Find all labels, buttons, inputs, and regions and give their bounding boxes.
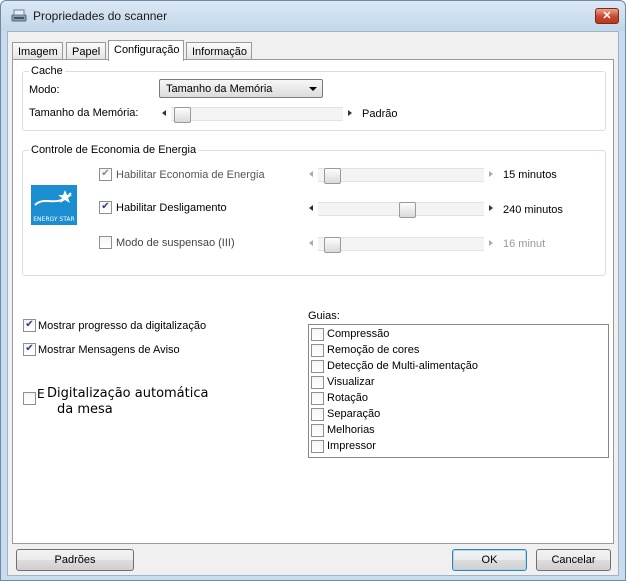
guias-list: Compressão Remoção de cores Detecção de … — [308, 324, 609, 458]
energy-group-label: Controle de Economia de Energia — [29, 144, 199, 156]
slider-track[interactable] — [318, 202, 484, 218]
show-progress-checkbox[interactable] — [23, 319, 36, 332]
show-progress-label: Mostrar progresso da digitalização — [38, 320, 207, 332]
enable-shutdown-label: Habilitar Desligamento — [116, 202, 227, 214]
slider-thumb[interactable] — [399, 202, 416, 218]
tab-papel[interactable]: Papel — [66, 42, 106, 60]
guia-label: Detecção de Multi-alimentação — [327, 360, 479, 372]
tab-configuracao[interactable]: Configuração — [108, 40, 184, 61]
guia-checkbox[interactable] — [311, 440, 324, 453]
cancel-button[interactable]: Cancelar — [536, 549, 611, 571]
tab-informacao[interactable]: Informação — [186, 42, 252, 60]
guia-checkbox[interactable] — [311, 392, 324, 405]
close-icon: ✕ — [602, 10, 612, 22]
memory-size-slider[interactable] — [159, 107, 355, 123]
guia-checkbox[interactable] — [311, 344, 324, 357]
tab-imagem[interactable]: Imagem — [12, 42, 63, 60]
slider-track[interactable] — [318, 168, 484, 184]
sleep-mode-value: 16 minut — [503, 238, 546, 250]
arrow-left-icon[interactable] — [309, 205, 313, 211]
slider-track[interactable] — [171, 107, 343, 123]
tab-panel-configuracao: Cache Modo: Tamanho da Memória Tamanho d… — [12, 59, 614, 544]
guia-label: Rotação — [327, 392, 368, 404]
guia-checkbox[interactable] — [311, 376, 324, 389]
guia-label: Separação — [327, 408, 381, 420]
show-warnings-checkbox[interactable] — [23, 343, 36, 356]
energy-saving-group: Controle de Economia de Energia ENERGY S… — [22, 144, 606, 276]
slider-thumb[interactable] — [324, 237, 341, 253]
memory-size-value: Padrão — [362, 108, 398, 120]
shutdown-value: 240 minutos — [503, 204, 563, 216]
energy-star-logo-text: ENERGY STAR — [33, 216, 75, 223]
close-button[interactable]: ✕ — [595, 8, 619, 24]
enable-shutdown-checkbox[interactable] — [99, 201, 112, 214]
cache-group-label: Cache — [29, 65, 65, 77]
scanner-properties-window: Propriedades do scanner ✕ Imagem Papel C… — [0, 0, 626, 581]
arrow-left-icon[interactable] — [309, 240, 313, 246]
guia-label: Impressor — [327, 440, 376, 452]
arrow-right-icon[interactable] — [489, 240, 493, 246]
energy-star-logo: ENERGY STAR — [31, 185, 77, 225]
slider-track[interactable] — [318, 237, 484, 253]
guia-checkbox[interactable] — [311, 408, 324, 421]
arrow-right-icon[interactable] — [348, 110, 352, 116]
auto-flatbed-scan-label-line2: da mesa — [57, 402, 113, 417]
mode-label: Modo: — [29, 84, 60, 96]
auto-flatbed-scan-label-clipped: E — [37, 387, 45, 401]
energy-saving-value: 15 minutos — [503, 169, 557, 181]
chevron-down-icon — [309, 87, 317, 91]
shutdown-slider[interactable] — [306, 202, 496, 218]
sleep-mode-checkbox[interactable] — [99, 236, 112, 249]
guia-checkbox[interactable] — [311, 360, 324, 373]
ok-button[interactable]: OK — [452, 549, 527, 571]
slider-thumb[interactable] — [324, 168, 341, 184]
guia-checkbox[interactable] — [311, 424, 324, 437]
guias-label: Guias: — [308, 310, 340, 322]
energy-star-icon — [34, 190, 72, 206]
guia-label: Melhorias — [327, 424, 375, 436]
guia-checkbox[interactable] — [311, 328, 324, 341]
defaults-button[interactable]: Padrões — [16, 549, 134, 571]
arrow-right-icon[interactable] — [489, 171, 493, 177]
arrow-left-icon[interactable] — [162, 110, 166, 116]
arrow-left-icon[interactable] — [309, 171, 313, 177]
guia-label: Compressão — [327, 328, 390, 340]
window-title: Propriedades do scanner — [33, 9, 168, 23]
enable-energy-saving-checkbox[interactable] — [99, 168, 112, 181]
arrow-right-icon[interactable] — [489, 205, 493, 211]
dialog-body: Imagem Papel Configuração Informação Cac… — [7, 31, 619, 576]
enable-energy-saving-label: Habilitar Economia de Energia — [116, 169, 265, 181]
guia-label: Visualizar — [327, 376, 375, 388]
mode-dropdown-value: Tamanho da Memória — [166, 83, 273, 95]
energy-saving-slider[interactable] — [306, 168, 496, 184]
title-bar[interactable]: Propriedades do scanner ✕ — [1, 1, 625, 31]
memory-size-label: Tamanho da Memória: — [29, 107, 139, 119]
sleep-mode-slider[interactable] — [306, 237, 496, 253]
show-warnings-label: Mostrar Mensagens de Aviso — [38, 344, 180, 356]
guia-label: Remoção de cores — [327, 344, 420, 356]
mode-dropdown[interactable]: Tamanho da Memória — [159, 79, 323, 98]
slider-thumb[interactable] — [174, 107, 191, 123]
auto-flatbed-scan-checkbox[interactable] — [23, 392, 36, 405]
auto-flatbed-scan-label: Digitalização automática — [47, 386, 209, 401]
cache-group: Cache Modo: Tamanho da Memória Tamanho d… — [22, 65, 606, 131]
sleep-mode-label: Modo de suspensao (III) — [116, 237, 235, 249]
scanner-icon — [11, 9, 27, 22]
